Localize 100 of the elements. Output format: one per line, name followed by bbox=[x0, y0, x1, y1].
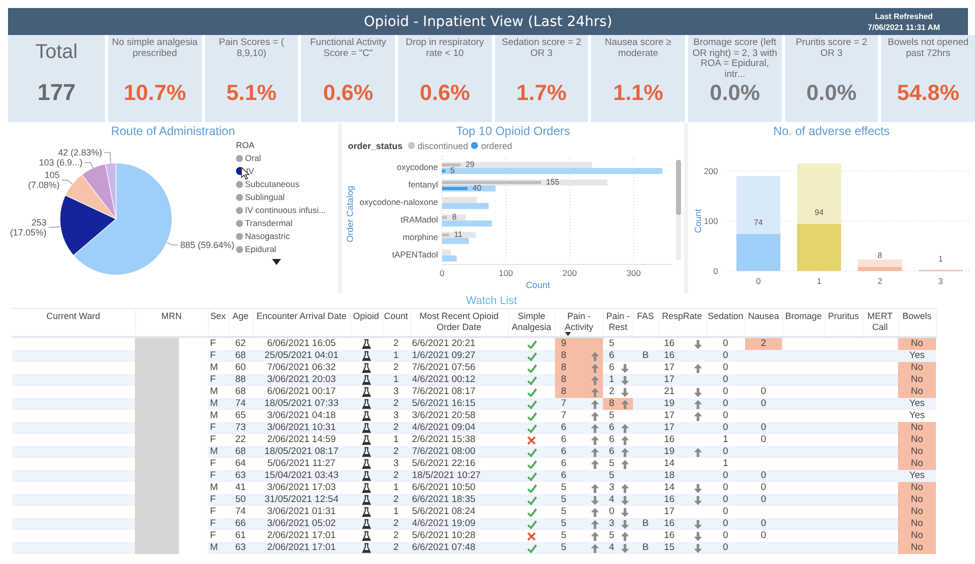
table-cell: 0 bbox=[706, 518, 745, 530]
pie-slice[interactable] bbox=[60, 194, 116, 256]
axis-tick-label: 200 bbox=[704, 166, 718, 176]
table-cell: F bbox=[208, 422, 228, 434]
legend-label[interactable]: Oral bbox=[245, 153, 262, 163]
category-label: 3 bbox=[938, 276, 943, 286]
table-cell: Yes bbox=[898, 470, 936, 482]
table-cell: No bbox=[898, 422, 936, 434]
legend-dot[interactable] bbox=[236, 180, 243, 188]
data-label: 885 (59.64%) bbox=[180, 240, 234, 250]
table-cell: No bbox=[898, 542, 936, 554]
table-cell: 2 bbox=[382, 542, 410, 554]
bar[interactable] bbox=[442, 232, 476, 238]
axis-title: Order Catalog bbox=[345, 186, 355, 242]
table-cell: 3/06/2021 10:31 bbox=[253, 422, 350, 434]
legend-label[interactable]: Sublingual bbox=[245, 192, 285, 202]
flask-icon bbox=[362, 399, 370, 409]
cell-value: 5 bbox=[561, 530, 566, 542]
flask-icon bbox=[362, 471, 370, 481]
legend-dot[interactable] bbox=[408, 142, 415, 149]
legend-label[interactable]: Subcutaneous bbox=[245, 179, 300, 189]
table-cell: 60 bbox=[228, 362, 253, 374]
table-cell: 68 bbox=[228, 386, 253, 398]
cell-value: 17 bbox=[664, 506, 675, 518]
table-cell: 88 bbox=[228, 374, 253, 386]
axis-title: Count bbox=[526, 280, 550, 290]
table-cell: No bbox=[898, 386, 936, 398]
table-cell: M bbox=[208, 446, 228, 458]
column-header[interactable]: Current Ward bbox=[46, 311, 100, 322]
table-cell: 3 bbox=[382, 386, 410, 398]
legend-dot[interactable] bbox=[471, 142, 478, 149]
legend-label[interactable]: Epidural bbox=[245, 244, 276, 254]
table-cell: F bbox=[208, 530, 228, 542]
cell-value: 8 bbox=[561, 362, 566, 374]
table-cell: 18/05/2021 07:33 bbox=[253, 398, 350, 410]
cell-value: 6 bbox=[561, 422, 566, 434]
table-cell: 31/05/2021 12:54 bbox=[253, 494, 350, 506]
leader-line bbox=[48, 226, 61, 228]
data-label: 103 (6.9...) bbox=[39, 157, 83, 168]
table-cell: 2 bbox=[382, 494, 410, 506]
flask-icon bbox=[362, 387, 370, 397]
legend-dot[interactable] bbox=[236, 206, 243, 214]
cell-value: 7 bbox=[561, 410, 566, 422]
legend-dot[interactable] bbox=[236, 232, 243, 240]
table-cell: 7/6/2021 08:17 bbox=[410, 386, 508, 398]
table-cell: 1 bbox=[382, 350, 410, 362]
table-cell: 0 bbox=[745, 422, 782, 434]
axis-tick-label: 100 bbox=[498, 268, 513, 278]
cell-value: 5 bbox=[561, 518, 566, 530]
table-cell: No bbox=[898, 494, 936, 506]
kpi-label: Bromage score (left OR right) = 2, 3 with ROA = Epidural, intr... bbox=[691, 38, 778, 80]
table-cell: 0 bbox=[706, 494, 745, 506]
legend-dot[interactable] bbox=[236, 246, 243, 252]
axis-title: Count bbox=[693, 208, 703, 234]
table-cell: 3 bbox=[382, 410, 410, 422]
table-cell: 68 bbox=[228, 446, 253, 458]
table-cell: M bbox=[208, 410, 228, 422]
kpi-value: 0.6% bbox=[420, 80, 470, 106]
table-cell: 0 bbox=[706, 482, 745, 494]
table-cell: 6/6/2021 18:35 bbox=[410, 494, 508, 506]
table-cell: F bbox=[208, 434, 228, 446]
cell-value: 19 bbox=[664, 398, 675, 410]
cell-value: 16 bbox=[664, 350, 675, 362]
table-cell: 62 bbox=[228, 337, 253, 350]
cell-value: 14 bbox=[664, 482, 675, 494]
scrollbar-thumb[interactable] bbox=[676, 160, 681, 215]
legend-dot[interactable] bbox=[236, 154, 243, 162]
table-cell: 3/06/2021 17:03 bbox=[253, 482, 350, 494]
table-cell: F bbox=[208, 458, 228, 470]
cell-value: 17 bbox=[664, 374, 675, 386]
table-cell: 7/06/2021 06:32 bbox=[253, 362, 350, 374]
flask-icon bbox=[362, 423, 370, 433]
category-label: tRAMadol bbox=[400, 214, 438, 224]
table-cell: F bbox=[208, 350, 228, 362]
legend-label[interactable]: ordered bbox=[481, 140, 512, 150]
table-cell: 5/6/2021 08:24 bbox=[410, 506, 508, 518]
legend-dot[interactable] bbox=[236, 194, 243, 200]
table-cell: 2 bbox=[382, 530, 410, 542]
table-cell: F bbox=[208, 494, 228, 506]
pie-slice[interactable] bbox=[82, 164, 116, 220]
pie-slice[interactable] bbox=[105, 162, 116, 220]
pie-slice[interactable] bbox=[65, 174, 116, 220]
cell-value: 6 bbox=[609, 350, 614, 362]
table-cell: 1 bbox=[706, 458, 745, 470]
cell-value: 3 bbox=[609, 518, 614, 530]
legend-dot[interactable] bbox=[236, 220, 243, 226]
cell-value: 8 bbox=[561, 350, 566, 362]
caret-down-icon[interactable] bbox=[272, 259, 281, 265]
cell-value: 5 bbox=[609, 410, 614, 422]
cell-value: 19 bbox=[664, 446, 675, 458]
cell-value: 2 bbox=[609, 386, 614, 398]
axis-tick-label: 300 bbox=[626, 268, 641, 278]
data-label: 105 (7.08%) bbox=[28, 170, 60, 190]
legend-label[interactable]: IV continuous infusi... bbox=[245, 205, 326, 215]
legend-label[interactable]: discontinued bbox=[418, 140, 468, 150]
legend-label[interactable]: Nasogastric bbox=[245, 231, 290, 241]
legend-label[interactable]: Transdermal bbox=[245, 218, 292, 228]
table-cell: 0 bbox=[706, 337, 745, 350]
column-header[interactable]: MRN bbox=[161, 311, 182, 322]
flask-icon bbox=[362, 411, 370, 421]
